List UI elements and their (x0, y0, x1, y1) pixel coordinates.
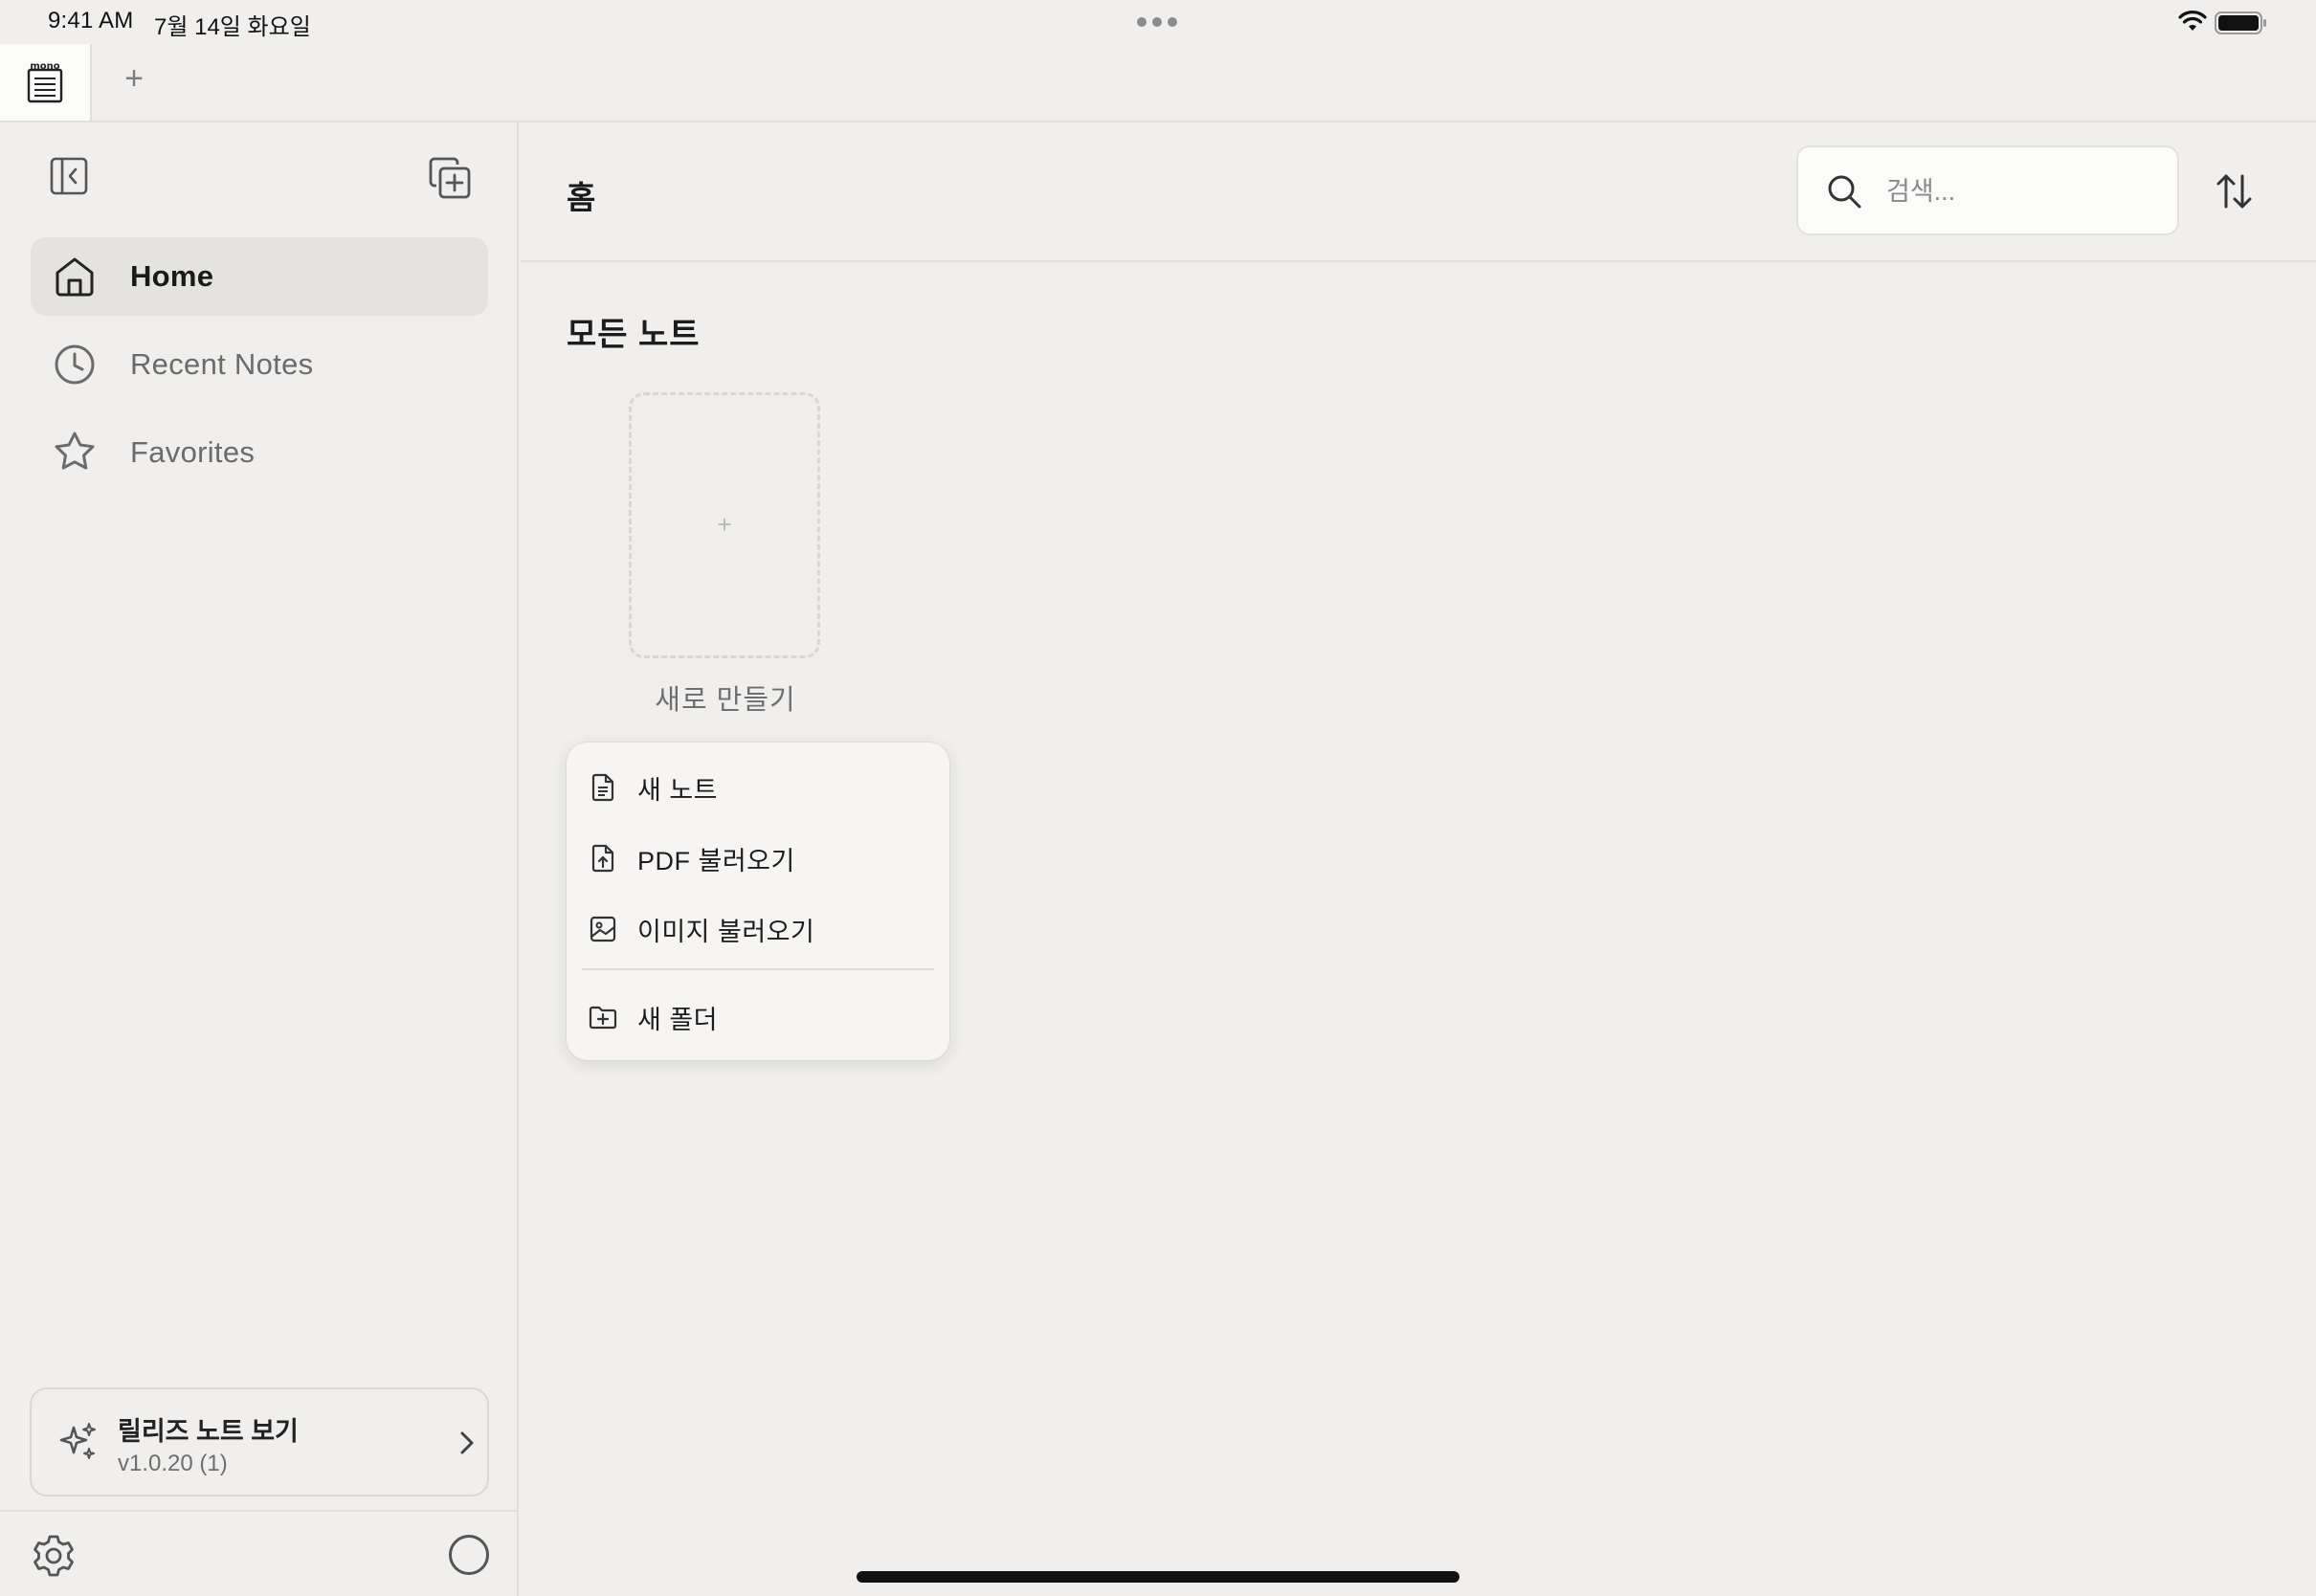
sidebar: Home Recent Notes Favorites 릴리즈 노트 보기 v1… (0, 122, 519, 1596)
release-notes-card[interactable]: 릴리즈 노트 보기 v1.0.20 (1) (30, 1387, 489, 1496)
search-input[interactable] (1886, 172, 2154, 211)
status-time: 9:41 AM (48, 8, 134, 33)
home-indicator[interactable] (857, 1571, 1459, 1583)
tab-mono-home[interactable]: mono (0, 44, 92, 121)
menu-item-new-folder[interactable]: 새 폴더 (567, 982, 949, 1053)
section-title-all-notes: 모든 노트 (567, 317, 701, 353)
plus-icon: + (717, 510, 732, 539)
status-bar: 9:41 AM 7월 14일 화요일 (0, 0, 2316, 44)
sparkles-icon (59, 1423, 96, 1459)
menu-item-new-note[interactable]: 새 노트 (567, 752, 949, 823)
svg-text:mono: mono (30, 61, 59, 72)
star-icon (52, 430, 98, 476)
menu-item-import-pdf[interactable]: PDF 불러오기 (567, 823, 949, 894)
new-note-card[interactable]: + (629, 392, 820, 658)
pdf-import-icon (591, 844, 614, 873)
sidebar-item-label: Home (130, 259, 214, 293)
battery-icon (2215, 11, 2266, 34)
new-window-button[interactable] (423, 151, 477, 205)
mono-notebook-icon: mono (27, 61, 63, 103)
sidebar-item-label: Favorites (130, 435, 256, 469)
menu-item-label: 이미지 불러오기 (637, 917, 815, 946)
search-icon (1828, 175, 1861, 209)
menu-item-label: PDF 불러오기 (637, 846, 795, 876)
document-icon (591, 773, 614, 802)
sidebar-item-label: Recent Notes (130, 347, 314, 381)
main-content: 홈 모든 노트 + 새로 만들기 (521, 122, 2316, 1596)
image-icon (590, 916, 616, 942)
copy-plus-icon (429, 157, 471, 199)
clock-icon (52, 342, 98, 388)
gear-icon[interactable] (31, 1533, 77, 1579)
menu-item-label: 새 노트 (637, 775, 719, 805)
create-menu: 새 노트 PDF 불러오기 이미지 불러오기 새 폴더 (567, 743, 949, 1060)
main-header: 홈 (521, 122, 2316, 262)
menu-item-label: 새 폴더 (637, 1005, 719, 1034)
menu-item-import-image[interactable]: 이미지 불러오기 (567, 894, 949, 964)
sidebar-collapse-button[interactable] (44, 151, 94, 201)
home-icon (52, 254, 98, 299)
menu-divider (582, 968, 934, 970)
add-tab-button[interactable]: + (117, 59, 151, 98)
multitasking-dots-icon[interactable] (1137, 17, 1177, 27)
sidebar-footer (0, 1510, 517, 1596)
page-title: 홈 (567, 180, 596, 215)
search-box[interactable] (1796, 145, 2179, 235)
tab-strip: mono + (0, 44, 2316, 122)
sync-status-indicator[interactable] (449, 1535, 489, 1575)
new-note-card-label: 새로 만들기 (655, 685, 796, 716)
sidebar-item-recent-notes[interactable]: Recent Notes (31, 325, 488, 404)
chevron-right-icon (460, 1431, 474, 1454)
sidebar-item-home[interactable]: Home (31, 237, 488, 316)
release-notes-title: 릴리즈 노트 보기 (118, 1417, 299, 1446)
app-version: v1.0.20 (1) (118, 1451, 228, 1476)
sort-icon[interactable] (2211, 168, 2257, 214)
status-date: 7월 14일 화요일 (154, 14, 311, 40)
wifi-icon (2178, 11, 2207, 31)
sidebar-item-favorites[interactable]: Favorites (31, 413, 488, 492)
sidebar-collapse-icon (50, 157, 88, 195)
folder-plus-icon (589, 1006, 617, 1030)
